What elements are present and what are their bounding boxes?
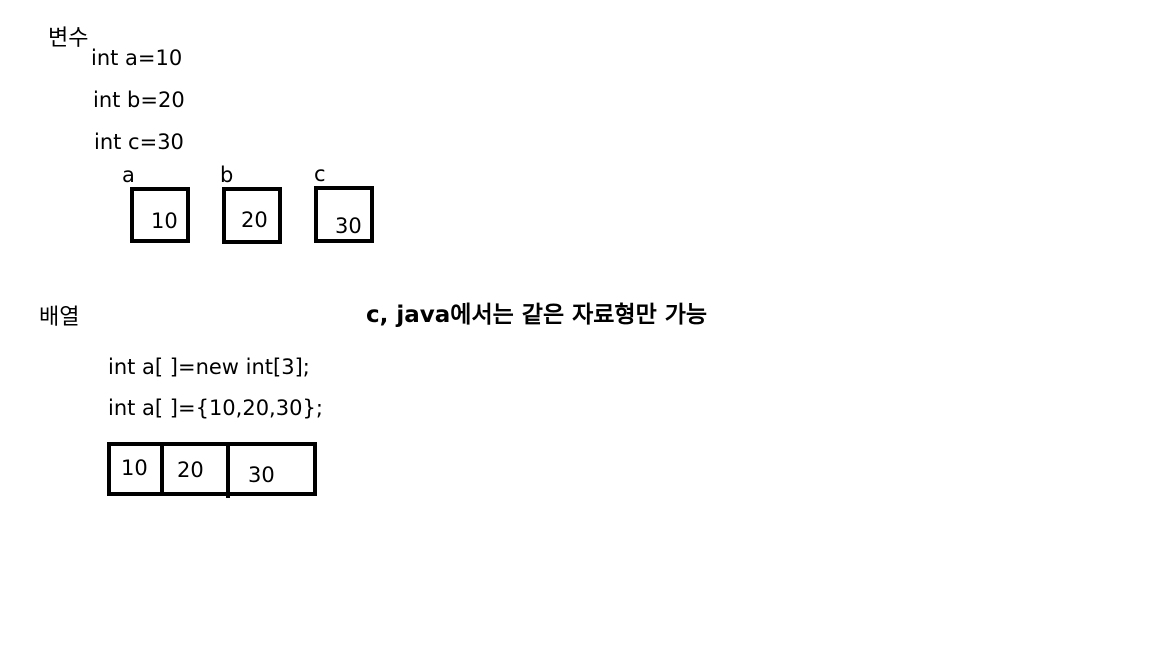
array-declaration-new: int a[ ]=new int[3]; [108, 355, 310, 379]
variable-box-a: 10 [130, 187, 190, 243]
arrays-heading: 배열 [39, 305, 80, 330]
array-divider-2 [226, 444, 230, 498]
variable-box-c: 30 [314, 186, 374, 243]
array-divider-1 [160, 444, 164, 494]
variable-declaration-c: int c=30 [94, 130, 184, 154]
variables-heading: 변수 [48, 26, 89, 51]
arrays-note: c, java에서는 같은 자료형만 가능 [366, 302, 708, 328]
variable-declaration-a: int a=10 [91, 46, 183, 70]
array-declaration-init: int a[ ]={10,20,30}; [108, 396, 323, 420]
array-cell-1: 20 [177, 458, 204, 482]
variable-label-a: a [122, 163, 135, 187]
whiteboard-canvas: 변수 int a=10 int b=20 int c=30 a b c 10 2… [0, 0, 1152, 648]
variable-declaration-b: int b=20 [93, 88, 185, 112]
variable-box-b: 20 [222, 187, 282, 244]
variable-value-b: 20 [241, 208, 268, 232]
array-cell-2: 30 [248, 463, 275, 487]
variable-value-a: 10 [151, 209, 178, 233]
variable-label-c: c [314, 162, 326, 186]
variable-label-b: b [220, 163, 234, 187]
variable-value-c: 30 [335, 214, 362, 238]
array-cell-0: 10 [121, 456, 148, 480]
